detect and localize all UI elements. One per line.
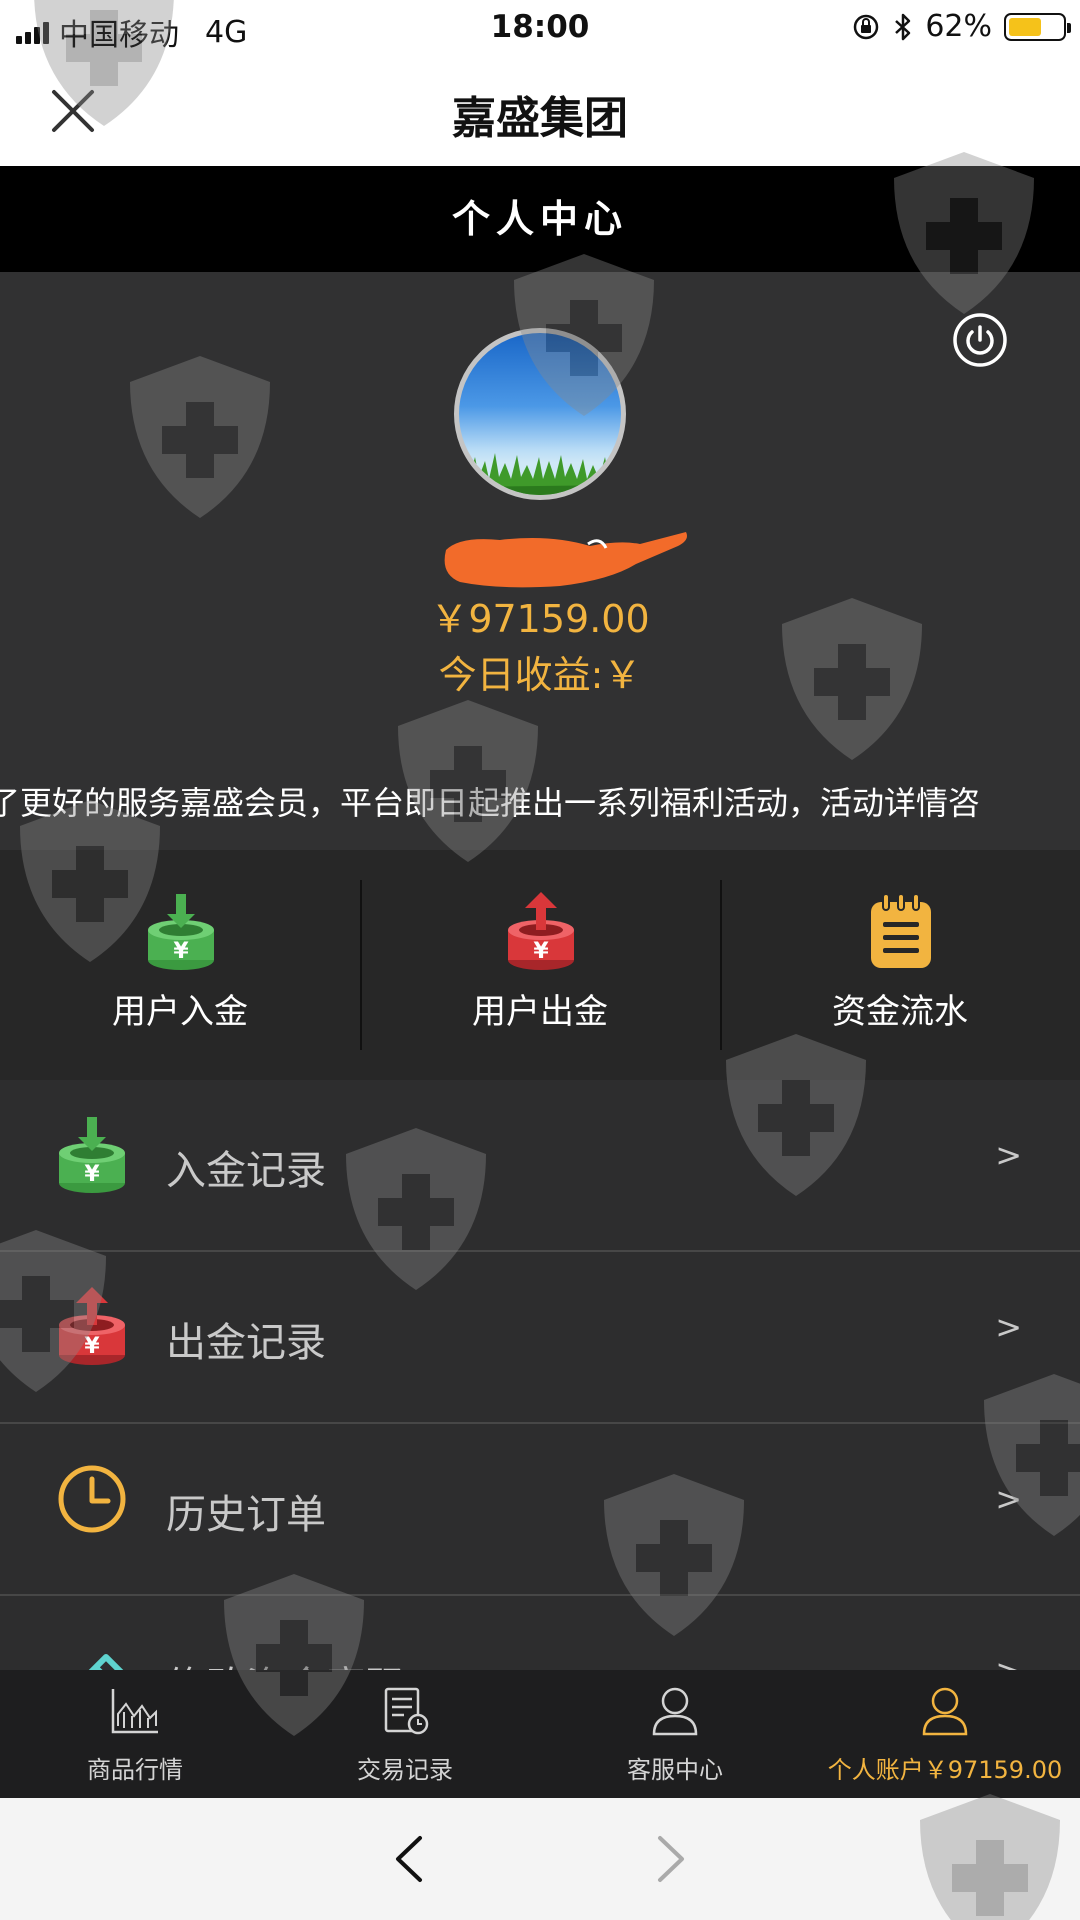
svg-text:¥: ¥ xyxy=(533,939,549,964)
clock-icon xyxy=(58,1465,126,1533)
chevron-right-icon: > xyxy=(995,1652,1022,1670)
bluetooth-icon xyxy=(895,13,911,40)
browser-toolbar xyxy=(0,1798,1080,1920)
avatar[interactable] xyxy=(454,328,626,500)
funds-flow-action[interactable]: 资金流水 xyxy=(720,850,1080,1080)
today-earnings: 今日收益:￥ xyxy=(438,653,642,697)
chevron-right-icon: > xyxy=(995,1308,1022,1346)
chart-icon xyxy=(111,1689,158,1734)
svg-text:¥: ¥ xyxy=(84,1162,100,1187)
tab-trade-records[interactable]: 交易记录 xyxy=(270,1670,540,1798)
tab-label: 个人账户￥97159.00 xyxy=(827,1756,1063,1784)
deposit-label: 用户入金 xyxy=(112,992,248,1032)
grass-image xyxy=(459,453,621,495)
svg-text:¥: ¥ xyxy=(84,1334,100,1359)
forward-icon[interactable] xyxy=(652,1834,692,1884)
deposit-icon: ¥ xyxy=(148,894,214,970)
menu-item-order-history[interactable]: 历史订单 > xyxy=(0,1424,1080,1596)
nav-title: 嘉盛集团 xyxy=(452,93,628,144)
menu-label: 修改资金密码 xyxy=(166,1654,406,1670)
clipboard-icon xyxy=(871,893,931,968)
menu-label: 历史订单 xyxy=(166,1492,326,1538)
funds-flow-label: 资金流水 xyxy=(832,992,968,1032)
menu-label: 入金记录 xyxy=(166,1148,326,1194)
tab-label: 客服中心 xyxy=(627,1756,723,1784)
chevron-right-icon: > xyxy=(995,1480,1022,1518)
record-icon xyxy=(384,1687,429,1735)
notice-text: 了更好的服务嘉盛会员，平台即日起推出一系列福利活动，活动详情咨 xyxy=(0,784,981,822)
menu-label: 出金记录 xyxy=(166,1320,326,1366)
withdraw-icon: ¥ xyxy=(508,892,574,970)
withdraw-label: 用户出金 xyxy=(472,992,608,1032)
menu-list: ¥ 入金记录 > ¥ 出金记录 > 历史订单 > 修改资金密码 > xyxy=(0,1080,1080,1670)
status-bar: 中国移动 4G 18:00 62% xyxy=(0,0,1080,56)
status-right: 62% xyxy=(851,9,1071,44)
page-title: 个人中心 xyxy=(451,197,628,241)
nav-bar: 嘉盛集团 xyxy=(0,56,1080,166)
tab-label: 商品行情 xyxy=(87,1756,183,1784)
menu-item-change-password[interactable]: 修改资金密码 > xyxy=(0,1596,1080,1670)
tab-bar: 商品行情 交易记录 客服中心 个人账户￥97159.00 xyxy=(0,1670,1080,1798)
tab-customer-service[interactable]: 客服中心 xyxy=(540,1670,810,1798)
page-header: 个人中心 xyxy=(0,166,1080,272)
tab-label: 交易记录 xyxy=(357,1756,453,1784)
battery-percent: 62% xyxy=(925,9,992,44)
quick-actions: ¥ 用户入金 ¥ 用户出金 资金流水 xyxy=(0,850,1080,1080)
menu-item-deposit-records[interactable]: ¥ 入金记录 > xyxy=(0,1080,1080,1252)
user-icon xyxy=(652,1687,698,1736)
orientation-lock-icon xyxy=(854,14,879,39)
redacted-username xyxy=(444,532,687,588)
deposit-action[interactable]: ¥ 用户入金 xyxy=(0,850,360,1080)
deposit-icon: ¥ xyxy=(59,1117,125,1193)
back-icon[interactable] xyxy=(388,1834,428,1884)
chevron-right-icon: > xyxy=(995,1136,1022,1174)
battery-icon xyxy=(1004,12,1071,41)
menu-item-withdraw-records[interactable]: ¥ 出金记录 > xyxy=(0,1252,1080,1424)
tab-personal-account[interactable]: 个人账户￥97159.00 xyxy=(810,1670,1080,1798)
profile-panel: ￥97159.00 今日收益:￥ 了更好的服务嘉盛会员，平台即日起推出一系列福利… xyxy=(0,272,1080,850)
svg-text:¥: ¥ xyxy=(173,939,189,964)
account-balance: ￥97159.00 xyxy=(430,597,650,641)
power-icon[interactable] xyxy=(952,312,1008,368)
notice-marquee: 了更好的服务嘉盛会员，平台即日起推出一系列福利活动，活动详情咨 xyxy=(0,772,1080,822)
withdraw-action[interactable]: ¥ 用户出金 xyxy=(360,850,720,1080)
pencil-icon xyxy=(88,1654,124,1670)
withdraw-icon: ¥ xyxy=(59,1287,125,1365)
user-icon xyxy=(922,1687,968,1736)
tab-market[interactable]: 商品行情 xyxy=(0,1670,270,1798)
